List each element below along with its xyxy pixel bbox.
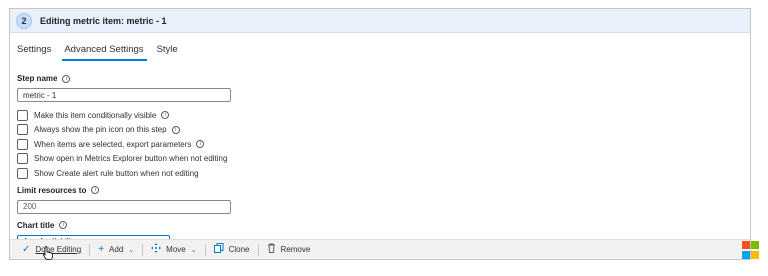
- checkbox-create-alert-rule[interactable]: [17, 167, 28, 179]
- info-icon[interactable]: i: [62, 74, 71, 83]
- move-label: Move: [166, 245, 186, 254]
- info-icon[interactable]: i: [196, 140, 205, 149]
- checkbox-row-export-parameters[interactable]: When items are selected, export paramete…: [17, 137, 750, 152]
- chevron-down-icon: ⌄: [128, 246, 135, 254]
- limit-resources-label-row: Limit resources to i: [17, 185, 750, 196]
- step-name-label: Step name: [17, 74, 58, 83]
- info-icon[interactable]: i: [161, 111, 170, 120]
- logo-square-green: [751, 241, 759, 249]
- logo-square-blue: [742, 250, 750, 259]
- toolbar-divider: [142, 243, 144, 256]
- add-button[interactable]: + Add ⌄: [92, 242, 140, 258]
- limit-resources-input[interactable]: 200: [17, 199, 231, 214]
- chart-title-label-row: Chart title i: [17, 220, 750, 231]
- trash-icon: [267, 243, 276, 256]
- tab-settings[interactable]: Settings: [15, 44, 58, 61]
- clone-label: Clone: [228, 245, 250, 254]
- checkbox-label: Show Create alert rule button when not e…: [34, 168, 199, 178]
- tab-bar: Settings Advanced Settings Style: [10, 33, 750, 61]
- checkmark-icon: ✓: [22, 244, 31, 255]
- checkbox-show-pin-icon[interactable]: [17, 124, 28, 136]
- limit-resources-label: Limit resources to: [17, 185, 87, 195]
- checkbox-label: When items are selected, export paramete…: [34, 139, 192, 149]
- checkbox-row-show-pin-icon[interactable]: Always show the pin icon on this step i: [17, 123, 750, 138]
- clone-button[interactable]: Clone: [208, 242, 256, 258]
- advanced-settings-form: Step name i metric - 1 Make this item co…: [10, 61, 750, 249]
- checkbox-conditionally-visible[interactable]: [17, 109, 28, 121]
- edit-step-panel: 2 Editing metric item: metric - 1 Settin…: [9, 8, 751, 260]
- checkbox-row-create-alert-rule[interactable]: Show Create alert rule button when not e…: [17, 166, 750, 181]
- logo-square-red: [742, 241, 750, 249]
- chart-title-label: Chart title: [17, 220, 55, 230]
- plus-icon: +: [98, 244, 105, 255]
- options-checkbox-list: Make this item conditionally visible i A…: [17, 108, 750, 181]
- move-button[interactable]: Move ⌄: [145, 242, 202, 258]
- info-icon[interactable]: i: [91, 186, 100, 194]
- logo-square-yellow: [751, 250, 759, 259]
- chevron-down-icon: ⌄: [190, 246, 197, 254]
- checkbox-label: Make this item conditionally visible: [34, 110, 157, 120]
- remove-label: Remove: [280, 245, 311, 254]
- tab-advanced-settings[interactable]: Advanced Settings: [62, 44, 150, 61]
- remove-button[interactable]: Remove: [261, 242, 317, 258]
- step-name-label-row: Step name i: [17, 73, 750, 84]
- checkbox-export-parameters[interactable]: [17, 138, 28, 150]
- clone-icon: [213, 243, 224, 256]
- toolbar-divider: [257, 243, 259, 256]
- info-icon[interactable]: i: [171, 125, 180, 134]
- checkbox-label: Always show the pin icon on this step: [34, 125, 167, 135]
- checkbox-row-metrics-explorer[interactable]: Show open in Metrics Explorer button whe…: [17, 152, 750, 167]
- panel-header: 2 Editing metric item: metric - 1: [10, 9, 750, 33]
- checkbox-metrics-explorer[interactable]: [17, 153, 28, 165]
- mouse-pointer-hand-icon: [43, 246, 53, 260]
- step-name-input[interactable]: metric - 1: [17, 88, 231, 102]
- microsoft-logo: [742, 241, 760, 259]
- toolbar-divider: [204, 243, 206, 256]
- step-number-badge: 2: [16, 12, 32, 29]
- checkbox-label: Show open in Metrics Explorer button whe…: [34, 154, 228, 164]
- add-label: Add: [109, 245, 124, 254]
- toolbar-divider: [89, 243, 91, 256]
- move-icon: [151, 243, 162, 256]
- info-icon[interactable]: i: [59, 221, 68, 229]
- step-toolbar: ✓ Done Editing + Add ⌄ Move ⌄ Clone Remo…: [10, 239, 750, 259]
- panel-title: Editing metric item: metric - 1: [40, 15, 167, 26]
- tab-style[interactable]: Style: [155, 44, 185, 61]
- checkbox-row-conditionally-visible[interactable]: Make this item conditionally visible i: [17, 108, 750, 123]
